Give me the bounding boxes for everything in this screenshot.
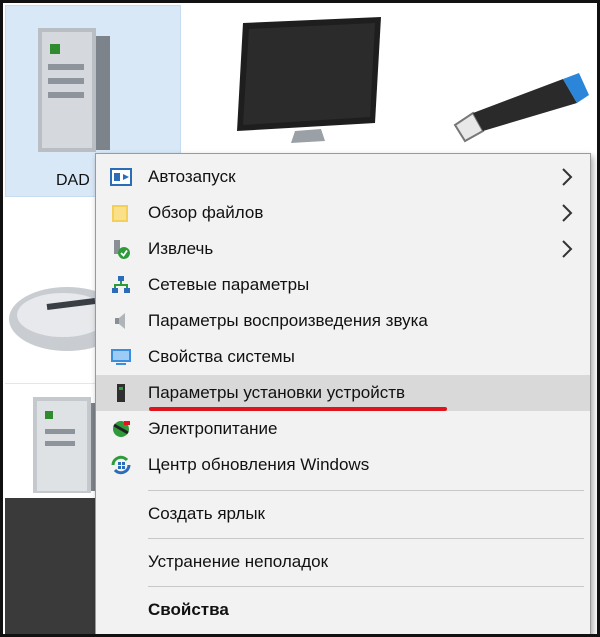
menu-item-label: Параметры воспроизведения звука: [148, 311, 428, 330]
menu-item-eject[interactable]: Извлечь: [96, 231, 590, 267]
monitor-icon: [111, 349, 131, 365]
menu-separator: [148, 490, 584, 491]
menu-item-label: Извлечь: [148, 239, 214, 258]
device-label: DAD: [56, 172, 90, 189]
network-icon: [112, 276, 130, 293]
menu-item-network-settings[interactable]: Сетевые параметры: [96, 267, 590, 303]
menu-item-power-options[interactable]: Электропитание: [96, 411, 590, 447]
menu-item-properties[interactable]: Свойства: [96, 592, 590, 628]
screenshot-frame: DAD Автозапуск Обзор файлов Извлечь Сете…: [0, 0, 600, 637]
menu-item-label: Устранение неполадок: [148, 552, 329, 571]
chevron-right-icon: [562, 240, 573, 258]
grid-divider: [5, 383, 97, 384]
taskbar-fragment: [5, 498, 97, 634]
menu-item-label: Создать ярлык: [148, 504, 265, 523]
menu-item-troubleshoot[interactable]: Устранение неполадок: [96, 544, 590, 580]
power-icon: [113, 421, 130, 437]
menu-item-sound-playback-settings[interactable]: Параметры воспроизведения звука: [96, 303, 590, 339]
chevron-right-icon: [562, 168, 573, 186]
mouse-device-icon: [9, 287, 97, 351]
menu-item-system-properties[interactable]: Свойства системы: [96, 339, 590, 375]
chevron-right-icon: [562, 204, 573, 222]
menu-item-label: Свойства системы: [148, 347, 295, 366]
context-menu: Автозапуск Обзор файлов Извлечь Сетевые …: [95, 153, 591, 634]
monitor-device-icon: [237, 17, 381, 143]
menu-item-create-shortcut[interactable]: Создать ярлык: [96, 496, 590, 532]
menu-item-browse-files[interactable]: Обзор файлов: [96, 195, 590, 231]
menu-item-device-installation-settings[interactable]: Параметры установки устройств: [96, 375, 590, 411]
autoplay-icon: [110, 168, 132, 186]
windows-update-icon: [111, 455, 131, 475]
menu-item-label: Свойства: [148, 600, 229, 619]
folder-icon: [112, 205, 128, 222]
menu-item-label: Центр обновления Windows: [148, 455, 370, 474]
menu-item-label: Параметры установки устройств: [148, 383, 406, 402]
menu-item-label: Сетевые параметры: [148, 275, 310, 294]
annotation-underline: [149, 407, 447, 411]
usb-drive-icon: [453, 73, 589, 143]
menu-item-label: Автозапуск: [148, 167, 236, 186]
menu-separator: [148, 538, 584, 539]
menu-item-windows-update[interactable]: Центр обновления Windows: [96, 447, 590, 483]
menu-item-autoplay[interactable]: Автозапуск: [96, 159, 590, 195]
menu-item-label: Электропитание: [148, 419, 278, 438]
device-install-icon: [117, 384, 125, 402]
menu-separator: [148, 586, 584, 587]
eject-icon: [114, 240, 130, 259]
menu-item-label: Обзор файлов: [148, 203, 264, 222]
speaker-icon: [115, 313, 125, 329]
